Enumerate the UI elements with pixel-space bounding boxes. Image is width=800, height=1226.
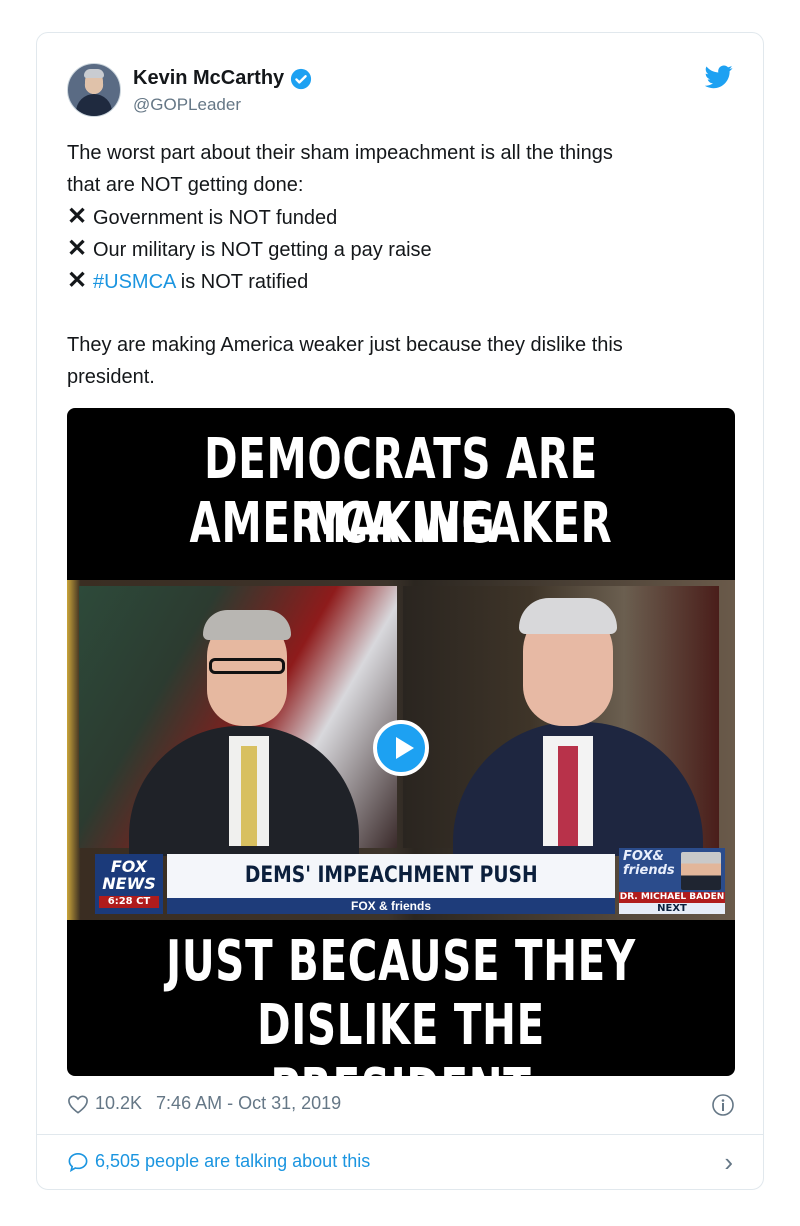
heart-icon[interactable] [67,1094,89,1114]
tweet-line-1: The worst part about their sham impeachm… [67,142,613,164]
verified-badge-icon [291,68,312,89]
bullet-2-text: Our military is NOT getting a pay raise [93,239,432,261]
play-button[interactable] [373,720,429,776]
fox-logo-line-2: NEWS [102,874,156,893]
headline-bottom-2: DISLIKE THE PRESIDENT [257,993,545,1077]
up-next-promo: FOX& friends DR. MICHAEL BADEN NEXT [619,848,725,914]
broadcast-time: 6:28 CT [99,896,159,908]
reply-bubble-icon [68,1152,88,1172]
info-icon[interactable] [711,1093,735,1117]
author-handle[interactable]: @GOPLeader [133,95,241,115]
chevron-right-icon[interactable]: › [724,1147,733,1178]
tweet-meta: 10.2K 7:46 AM - Oct 31, 2019 [67,1093,341,1114]
chyron-text: DEMS' IMPEACHMENT PUSH [244,863,538,888]
timestamp[interactable]: 7:46 AM - Oct 31, 2019 [156,1093,341,1114]
author-row: Kevin McCarthy [133,67,312,90]
divider [37,1134,763,1135]
bullet-1: ✕ Government is NOT funded [67,201,337,234]
guest-thumbnail [681,852,721,890]
bullet-1-text: Government is NOT funded [93,207,338,229]
like-count[interactable]: 10.2K [95,1093,142,1114]
headline-top-2: AMERICA WEAKER [189,491,613,556]
fox-news-logo: FOX NEWS 6:28 CT [95,854,163,914]
right-video-panel [403,586,719,856]
news-lower-third: FOX NEWS 6:28 CT DEMS' IMPEACHMENT PUSH … [95,848,725,914]
twitter-bird-icon[interactable] [705,65,733,89]
promo-guest: DR. MICHAEL BADEN [619,892,725,903]
conversation-link[interactable]: 6,505 people are talking about this [67,1151,370,1172]
bullet-3-text: is NOT ratified [175,271,309,293]
show-name-strip: FOX & friends [167,898,615,914]
talking-count-text[interactable]: 6,505 people are talking about this [95,1151,370,1172]
tweet-line-2: that are NOT getting done: [67,174,304,196]
tweet-closing-line-1: They are making America weaker just beca… [67,334,623,356]
author-name[interactable]: Kevin McCarthy [133,67,284,90]
hashtag-link[interactable]: #USMCA [93,271,175,293]
video-media[interactable]: DEMOCRATS ARE MAKING AMERICA WEAKER FOX … [67,408,735,1076]
cross-mark-icon: ✕ [67,235,88,262]
headline-bottom-1: JUST BECAUSE THEY [166,929,636,994]
promo-next: NEXT [619,903,725,914]
bullet-2: ✕ Our military is NOT getting a pay raise [67,233,432,266]
promo-brand: FOX& friends [623,849,675,878]
video-frame: FOX NEWS 6:28 CT DEMS' IMPEACHMENT PUSH … [67,580,735,920]
bullet-3: ✕ #USMCA is NOT ratified [67,265,308,298]
cross-mark-icon: ✕ [67,203,88,230]
chyron-banner: DEMS' IMPEACHMENT PUSH [167,854,615,898]
tweet-card: Kevin McCarthy @GOPLeader The worst part… [36,32,764,1190]
cross-mark-icon: ✕ [67,267,88,294]
avatar[interactable] [67,63,121,117]
tweet-closing-line-2: president. [67,366,155,388]
left-video-panel [79,586,397,856]
